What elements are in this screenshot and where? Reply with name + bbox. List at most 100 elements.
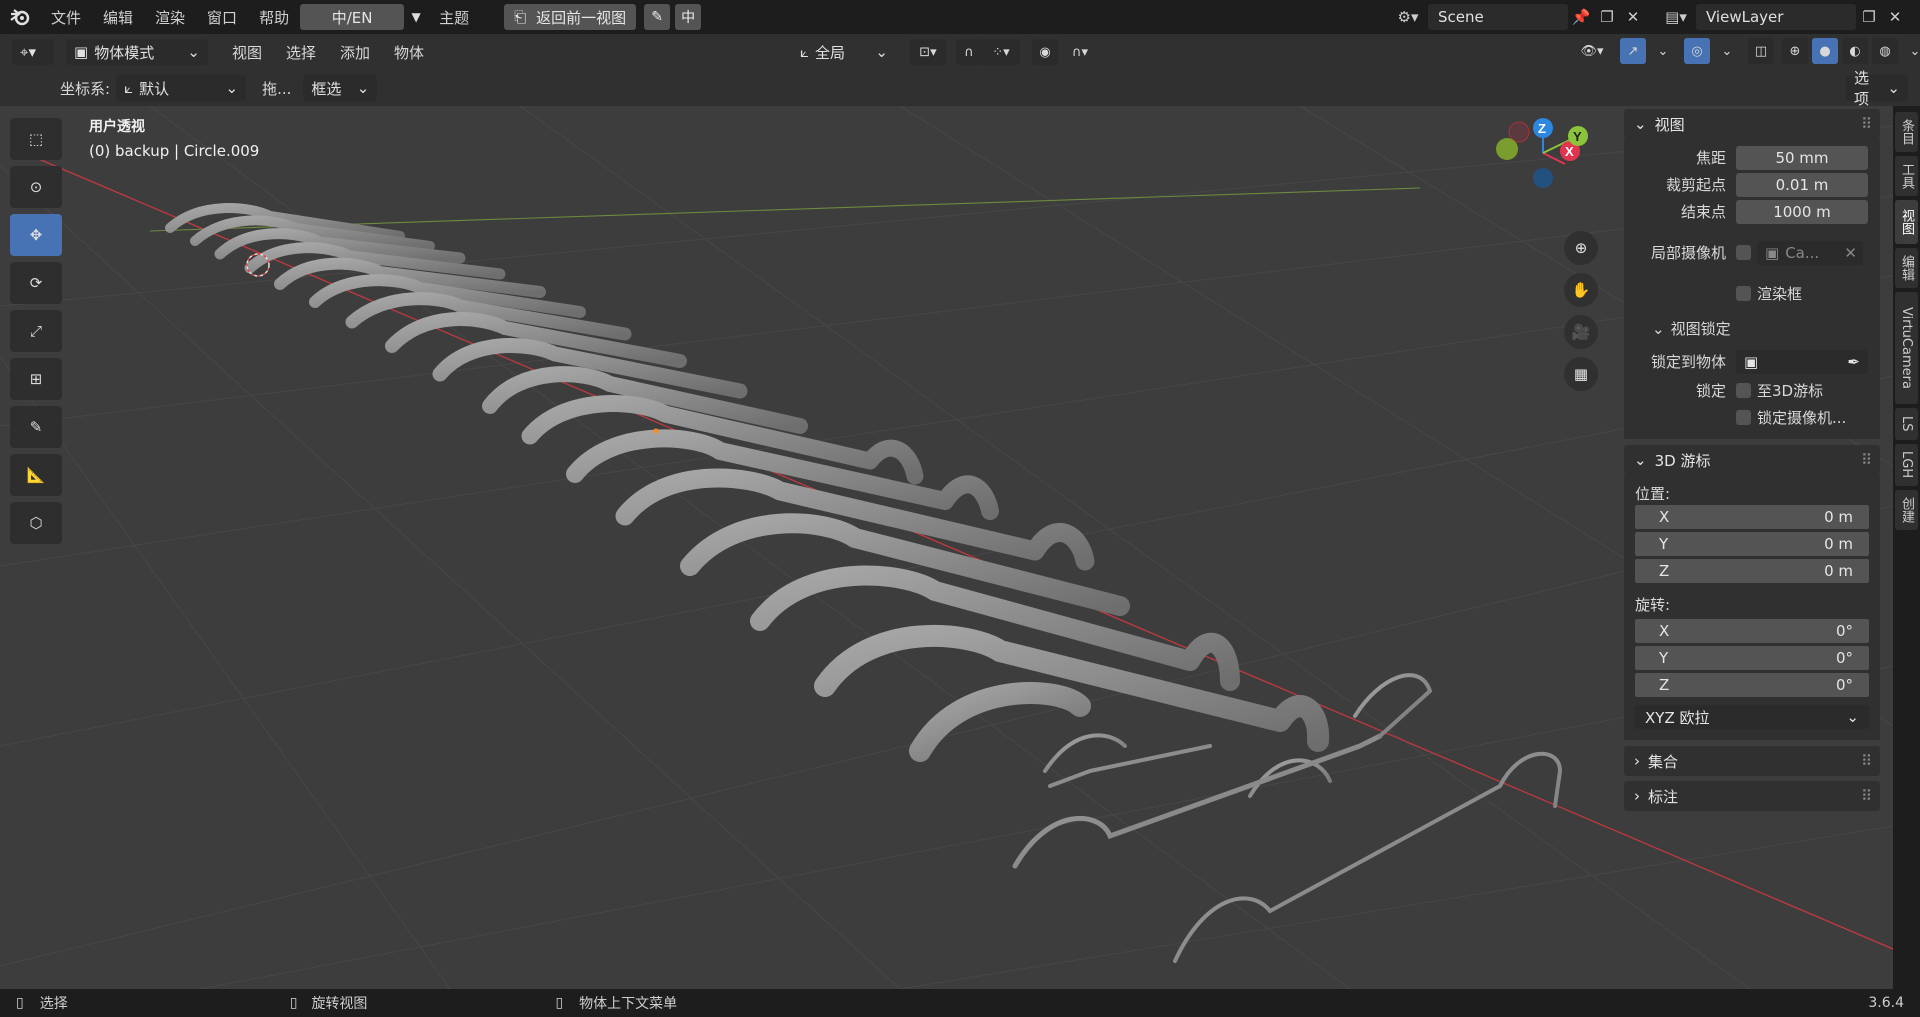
new-view-layer-icon[interactable]: ❐	[1856, 4, 1882, 30]
back-previous-view-button[interactable]: ⎗ 返回前一视图	[504, 4, 637, 30]
tab-virtucamera[interactable]: VirtuCamera	[1895, 292, 1918, 404]
camera-view-icon[interactable]: 🎥	[1564, 315, 1598, 349]
falloff-icon[interactable]: ∩▾	[1060, 39, 1100, 65]
solid-shading-icon[interactable]: ●	[1812, 38, 1838, 64]
view-section-header[interactable]: ⌄ 视图 ⠿	[1624, 109, 1880, 139]
measure-tool-icon[interactable]: 📐	[10, 454, 62, 496]
clip-end-field[interactable]: 1000 m	[1736, 199, 1868, 224]
editor-type-dropdown[interactable]: ⌖▾	[12, 39, 54, 65]
play-triangle-icon[interactable]: ▼	[404, 10, 428, 24]
menu-theme[interactable]: 主题	[428, 7, 480, 28]
view-layer-icon[interactable]: ▤▾	[1656, 4, 1696, 30]
3d-viewport[interactable]: Z X Y 用户透视 (0) backup | Circle.009 ⊕ ✋ 🎥…	[0, 106, 1893, 989]
cursor-loc-z-field[interactable]: Z 0 m	[1635, 559, 1869, 583]
close-scene-icon[interactable]: ✕	[1620, 4, 1646, 30]
blender-logo-icon[interactable]	[0, 0, 40, 34]
navigation-gizmo[interactable]: Z X Y	[1496, 118, 1588, 188]
tab-item[interactable]: 条目	[1895, 112, 1918, 152]
drag-handle-icon[interactable]: ⠿	[1861, 752, 1872, 770]
tab-lgh[interactable]: LGH	[1895, 444, 1918, 486]
transform-orientation-dropdown[interactable]: ⟀ 全局 ⌄	[792, 39, 896, 65]
pin-icon[interactable]: 📌	[1568, 4, 1594, 30]
cursor-rot-y-field[interactable]: Y 0°	[1635, 646, 1869, 670]
cursor-loc-y-field[interactable]: Y 0 m	[1635, 532, 1869, 556]
zoom-icon[interactable]: ⊕	[1564, 231, 1598, 265]
transform-tool-icon[interactable]: ⊞	[10, 358, 62, 400]
cursor-loc-x-field[interactable]: X 0 m	[1635, 505, 1869, 529]
perspective-grid-icon[interactable]: ▦	[1564, 357, 1598, 391]
view-layer-field[interactable]: ViewLayer	[1696, 4, 1856, 30]
select-box-icon[interactable]: ⬚	[10, 118, 62, 160]
cursor-tool-icon[interactable]: ⊙	[10, 166, 62, 208]
visibility-eye-icon[interactable]: 👁▾	[1572, 38, 1612, 64]
wireframe-shading-icon[interactable]: ⊕	[1782, 38, 1808, 64]
cursor-section-header[interactable]: ⌄ 3D 游标 ⠿	[1624, 445, 1880, 475]
drag-handle-icon[interactable]: ⠿	[1861, 115, 1872, 133]
brush-icon[interactable]: ✎	[644, 4, 671, 30]
top-bar: 文件 编辑 渲染 窗口 帮助 中/EN ▼ 主题 ⎗ 返回前一视图 ✎ 中 ⚙▾…	[0, 0, 1920, 34]
lock-camera-checkbox[interactable]	[1736, 410, 1751, 425]
scene-name-field[interactable]: Scene	[1428, 4, 1568, 30]
eyedropper-icon[interactable]: ✒	[1847, 353, 1860, 371]
language-toggle-button[interactable]: 中/EN	[300, 4, 405, 30]
view-lock-header[interactable]: ⌄ 视图锁定	[1624, 315, 1880, 342]
cursor-rot-x-field[interactable]: X 0°	[1635, 619, 1869, 643]
snap-target-icon[interactable]: ⁘▾	[982, 39, 1020, 65]
focal-field[interactable]: 50 mm	[1736, 145, 1868, 170]
menu-edit[interactable]: 编辑	[92, 7, 144, 28]
scale-tool-icon[interactable]: ⤢	[10, 310, 62, 352]
pan-hand-icon[interactable]: ✋	[1564, 273, 1598, 307]
local-camera-checkbox[interactable]	[1736, 245, 1751, 260]
annotate-tool-icon[interactable]: ✎	[10, 406, 62, 448]
gizmo-dropdown-icon[interactable]: ⌄	[1650, 38, 1676, 64]
material-shading-icon[interactable]: ◐	[1842, 38, 1868, 64]
drag-handle-icon[interactable]: ⠿	[1861, 787, 1872, 805]
lock-object-field[interactable]: ▣ ✒	[1736, 349, 1868, 374]
mode-dropdown[interactable]: ▣ 物体模式 ⌄	[66, 39, 208, 65]
rendered-shading-icon[interactable]: ◍	[1872, 38, 1898, 64]
menu-select[interactable]: 选择	[274, 42, 328, 63]
rotation-mode-dropdown[interactable]: XYZ 欧拉 ⌄	[1635, 705, 1869, 729]
drag-handle-icon[interactable]: ⠿	[1861, 451, 1872, 469]
xray-icon[interactable]: ◫	[1748, 38, 1774, 64]
local-camera-field[interactable]: ▣ Ca... ✕	[1757, 240, 1863, 265]
menu-file[interactable]: 文件	[40, 7, 92, 28]
select-mode-dropdown[interactable]: 框选 ⌄	[303, 75, 378, 101]
cursor-rot-z-field[interactable]: Z 0°	[1635, 673, 1869, 697]
snap-magnet-icon[interactable]: ∩	[956, 39, 982, 65]
collection-section-header[interactable]: › 集合 ⠿	[1624, 746, 1880, 776]
tab-edit[interactable]: 编辑	[1895, 248, 1918, 288]
options-dropdown[interactable]: 选项 ⌄	[1846, 69, 1908, 108]
lock-3d-cursor-checkbox[interactable]	[1736, 383, 1751, 398]
menu-render[interactable]: 渲染	[144, 7, 196, 28]
tab-create[interactable]: 创建	[1895, 490, 1918, 530]
menu-add[interactable]: 添加	[328, 42, 382, 63]
annotation-section-header[interactable]: › 标注 ⠿	[1624, 781, 1880, 811]
menu-help[interactable]: 帮助	[248, 7, 300, 28]
menu-object[interactable]: 物体	[382, 42, 436, 63]
coord-system-dropdown[interactable]: ⟀ 默认 ⌄	[116, 75, 247, 101]
clip-start-field[interactable]: 0.01 m	[1736, 172, 1868, 197]
scene-canvas[interactable]: Z X Y	[0, 106, 1893, 989]
rotate-tool-icon[interactable]: ⟳	[10, 262, 62, 304]
new-scene-icon[interactable]: ❐	[1594, 4, 1620, 30]
move-tool-icon[interactable]: ✥	[10, 214, 62, 256]
close-view-layer-icon[interactable]: ✕	[1882, 4, 1908, 30]
scene-icon[interactable]: ⚙▾	[1388, 4, 1428, 30]
tab-ls[interactable]: LS	[1895, 408, 1918, 440]
shading-dropdown-icon[interactable]: ⌄	[1902, 38, 1920, 64]
tab-tool[interactable]: 工具	[1895, 156, 1918, 196]
menu-window[interactable]: 窗口	[196, 7, 248, 28]
pivot-point-icon[interactable]: ⊡▾	[910, 39, 946, 65]
overlay-toggle-icon[interactable]: ◎	[1684, 38, 1710, 64]
zh-button[interactable]: 中	[675, 4, 702, 30]
clear-icon[interactable]: ✕	[1844, 244, 1857, 262]
proportional-edit-icon[interactable]: ◉	[1032, 39, 1058, 65]
gizmo-toggle-icon[interactable]: ↗	[1620, 38, 1646, 64]
menu-view[interactable]: 视图	[220, 42, 274, 63]
overlay-dropdown-icon[interactable]: ⌄	[1714, 38, 1740, 64]
add-cube-tool-icon[interactable]: ⬡	[10, 502, 62, 544]
render-region-checkbox[interactable]	[1736, 286, 1751, 301]
tab-view[interactable]: 视图	[1895, 200, 1918, 244]
drag-label[interactable]: 拖...	[262, 78, 291, 99]
